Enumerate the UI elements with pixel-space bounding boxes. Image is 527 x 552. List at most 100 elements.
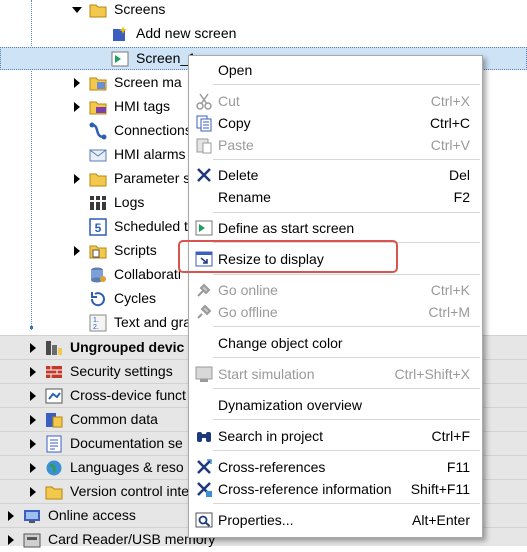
expand-arrow-icon[interactable] [74, 102, 80, 112]
menu-item-label: Rename [218, 189, 271, 205]
tree-item-label: Online access [48, 507, 136, 523]
menu-item-go-offline[interactable]: Go offline Ctrl+M [189, 301, 482, 323]
globe-icon [45, 459, 63, 477]
menu-separator [213, 419, 480, 420]
menu-item-label: Properties... [218, 512, 294, 528]
expand-arrow-icon[interactable] [30, 391, 36, 401]
collaboration-icon [89, 266, 107, 284]
menu-separator [213, 357, 480, 358]
menu-item-paste[interactable]: Paste Ctrl+V [189, 134, 482, 156]
menu-separator [213, 274, 480, 275]
menu-item-label: Change object color [218, 335, 343, 351]
cycles-icon [89, 290, 107, 308]
tree-item-label: Logs [114, 194, 145, 210]
expand-arrow-icon[interactable] [74, 174, 80, 184]
logs-icon [89, 194, 107, 212]
expand-arrow-icon[interactable] [30, 439, 36, 449]
calendar-icon: 5 [89, 218, 107, 236]
menu-item-shortcut: Del [448, 167, 470, 183]
copy-icon [195, 114, 213, 132]
expand-arrow-icon[interactable] [30, 367, 36, 377]
menu-item-shortcut: Alt+Enter [412, 512, 470, 528]
expand-arrow-icon[interactable] [30, 415, 36, 425]
menu-item-start-simulation[interactable]: Start simulation Ctrl+Shift+X [189, 363, 482, 385]
paste-icon [195, 136, 213, 154]
menu-item-label: Search in project [218, 428, 324, 444]
menu-item-go-online[interactable]: Go online Ctrl+K [189, 279, 482, 301]
online-access-icon [23, 507, 41, 525]
tree-item-label: HMI tags [114, 98, 171, 114]
go-offline-icon [195, 303, 213, 321]
cross-device-icon [45, 387, 63, 405]
go-online-icon [195, 281, 213, 299]
menu-item-cross-reference-information[interactable]: Cross-reference information Shift+F11 [189, 478, 482, 500]
tree-item-label: Cross-device funct [70, 387, 186, 403]
menu-item-label: Go online [218, 282, 278, 298]
menu-item-shortcut: Ctrl+F [431, 428, 471, 444]
text-list-icon: 1. 2. [89, 314, 107, 332]
binoculars-icon [195, 427, 213, 445]
menu-item-dynamization-overview[interactable]: Dynamization overview [189, 394, 482, 416]
menu-item-rename[interactable]: Rename F2 [189, 186, 482, 208]
menu-item-define-start-screen[interactable]: Define as start screen [189, 217, 482, 239]
menu-item-shortcut: Shift+F11 [410, 481, 470, 497]
expand-arrow-icon[interactable] [30, 463, 36, 473]
menu-item-label: Go offline [218, 304, 278, 320]
card-reader-icon [23, 531, 41, 549]
menu-item-copy[interactable]: Copy Ctrl+C [189, 112, 482, 134]
tree-item-label: Cycles [114, 290, 157, 306]
menu-item-label: Paste [218, 137, 254, 153]
menu-separator [213, 388, 480, 389]
expand-arrow-icon[interactable] [8, 511, 14, 521]
common-data-icon [45, 411, 63, 429]
menu-item-change-object-color[interactable]: Change object color [189, 332, 482, 354]
tree-item-label: Version control inte [70, 483, 190, 499]
menu-item-cross-references[interactable]: Cross-references F11 [189, 456, 482, 478]
expand-arrow-icon[interactable] [74, 78, 80, 88]
menu-separator [213, 450, 480, 451]
menu-item-shortcut: Ctrl+M [428, 304, 470, 320]
tree-item-label: Security settings [70, 363, 173, 379]
menu-item-search-in-project[interactable]: Search in project Ctrl+F [189, 425, 482, 447]
expand-arrow-icon[interactable] [30, 487, 36, 497]
firewall-icon [45, 363, 63, 381]
tree-item-screens[interactable]: Screens [0, 0, 527, 24]
menu-item-shortcut: Ctrl+V [430, 137, 470, 153]
menu-item-shortcut: Ctrl+X [430, 93, 470, 109]
cross-reference-info-icon [195, 480, 213, 498]
menu-item-shortcut: F2 [453, 189, 470, 205]
folder-icon [89, 74, 107, 92]
folder-icon [45, 483, 63, 501]
menu-item-label: Cross-references [218, 459, 326, 475]
expand-arrow-icon[interactable] [30, 343, 36, 353]
context-menu: Open Cut Ctrl+X Copy Ctrl+C Paste Ctrl+V… [188, 55, 483, 538]
tree-item-label: Screen_1 [136, 50, 196, 66]
tag-folder-icon [89, 98, 107, 116]
menu-item-delete[interactable]: Delete Del [189, 164, 482, 186]
tree-item-label: Parameter s [114, 170, 191, 186]
tree-item-label: Screens [114, 1, 166, 17]
menu-item-label: Start simulation [218, 366, 315, 382]
menu-item-label: Copy [218, 115, 251, 131]
expand-arrow-icon[interactable] [8, 535, 14, 545]
tree-item-label: Screen ma [114, 74, 182, 90]
documentation-icon [45, 435, 63, 453]
menu-item-label: Define as start screen [218, 220, 355, 236]
menu-item-shortcut: Ctrl+Shift+X [394, 366, 470, 382]
menu-separator [213, 159, 480, 160]
menu-item-properties[interactable]: Properties... Alt+Enter [189, 509, 482, 531]
tree-item-label: HMI alarms [114, 146, 186, 162]
tree-item-label: Scripts [114, 242, 157, 258]
envelope-icon [89, 146, 107, 164]
collapse-arrow-icon[interactable] [72, 7, 82, 13]
menu-separator [213, 84, 480, 85]
svg-text:1.: 1. [93, 317, 99, 324]
devices-icon [45, 339, 63, 357]
menu-item-shortcut: Ctrl+C [429, 115, 470, 131]
expand-arrow-icon[interactable] [74, 246, 80, 256]
tree-item-add-new-screen[interactable]: Add new screen [0, 24, 527, 48]
delete-x-icon [195, 166, 213, 184]
menu-item-label: Dynamization overview [218, 397, 362, 413]
menu-item-open[interactable]: Open [189, 59, 482, 81]
menu-item-cut[interactable]: Cut Ctrl+X [189, 90, 482, 112]
